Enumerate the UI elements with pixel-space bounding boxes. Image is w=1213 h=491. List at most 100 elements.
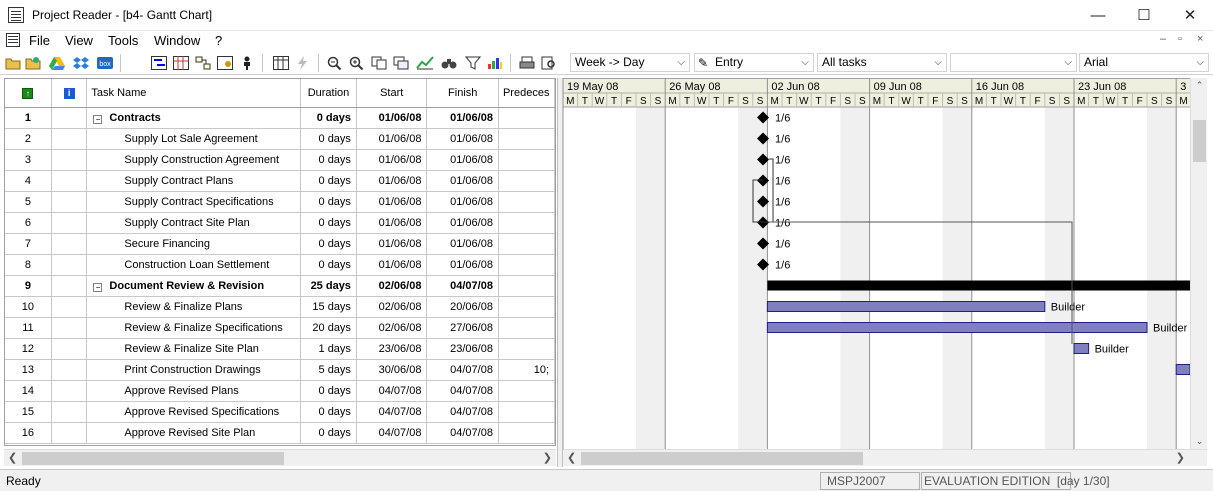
row-id[interactable]: 3 bbox=[5, 149, 52, 171]
task-predecessors[interactable] bbox=[498, 233, 555, 255]
indicators-header[interactable]: i bbox=[51, 79, 88, 108]
task-duration[interactable]: 0 days bbox=[300, 128, 357, 150]
task-finish[interactable]: 23/06/08 bbox=[426, 338, 499, 360]
table-row[interactable]: 14 Approve Revised Plans 0 days 04/07/08 04/… bbox=[5, 380, 555, 402]
task-duration[interactable]: 0 days bbox=[300, 233, 357, 255]
task-finish[interactable]: 01/06/08 bbox=[426, 254, 499, 276]
row-id[interactable]: 1 bbox=[5, 107, 52, 129]
network-diagram-icon[interactable] bbox=[194, 54, 212, 71]
task-finish[interactable]: 01/06/08 bbox=[426, 170, 499, 192]
menu-view[interactable]: View bbox=[65, 33, 93, 48]
task-predecessors[interactable]: 10; bbox=[498, 359, 555, 381]
task-finish[interactable]: 01/06/08 bbox=[426, 149, 499, 171]
task-duration[interactable]: 15 days bbox=[300, 296, 357, 318]
close-icon[interactable]: ✕ bbox=[1167, 0, 1213, 31]
menu-file[interactable]: File bbox=[29, 33, 50, 48]
row-indicator[interactable] bbox=[51, 338, 88, 360]
task-predecessors[interactable] bbox=[498, 296, 555, 318]
select-all-header[interactable]: ↑ bbox=[5, 79, 52, 108]
row-id[interactable]: 8 bbox=[5, 254, 52, 276]
timescale-select[interactable]: Week -> Day ⌵ bbox=[570, 53, 690, 72]
document-icon[interactable] bbox=[6, 33, 20, 47]
filter-icon[interactable] bbox=[464, 54, 482, 71]
task-name[interactable]: Review & Finalize Specifications bbox=[86, 317, 302, 339]
row-indicator[interactable] bbox=[51, 254, 88, 276]
column-header-finish[interactable]: Finish bbox=[426, 79, 499, 108]
table-row[interactable]: 10 Review & Finalize Plans 15 days 02/06/08… bbox=[5, 296, 555, 318]
task-duration[interactable]: 0 days bbox=[300, 422, 357, 444]
scroll-down-icon[interactable]: ⌄ bbox=[1191, 436, 1208, 447]
gantt-horizontal-scrollbar[interactable]: ❮ ❯ bbox=[563, 449, 1207, 466]
task-finish[interactable]: 04/07/08 bbox=[426, 275, 499, 297]
scroll-right-icon[interactable]: ❯ bbox=[543, 451, 552, 464]
table-row[interactable]: 4 Supply Contract Plans 0 days 01/06/08 01/0… bbox=[5, 170, 555, 192]
menu-help[interactable]: ? bbox=[215, 33, 222, 48]
task-duration[interactable]: 0 days bbox=[300, 191, 357, 213]
task-name[interactable]: Supply Contract Site Plan bbox=[86, 212, 302, 234]
copy-table-icon[interactable] bbox=[392, 54, 410, 71]
task-duration[interactable]: 0 days bbox=[300, 107, 357, 129]
table-scroll-thumb[interactable] bbox=[22, 452, 284, 465]
row-id[interactable]: 7 bbox=[5, 233, 52, 255]
task-predecessors[interactable] bbox=[498, 380, 555, 402]
zoom-out-icon[interactable] bbox=[326, 54, 344, 71]
chart-line-icon[interactable] bbox=[416, 54, 434, 71]
task-name[interactable]: Supply Construction Agreement bbox=[86, 149, 302, 171]
collapse-icon[interactable]: − bbox=[93, 282, 103, 292]
task-name[interactable]: Supply Contract Specifications bbox=[86, 191, 302, 213]
task-start[interactable]: 01/06/08 bbox=[356, 107, 428, 129]
task-name[interactable]: Approve Revised Specifications bbox=[86, 401, 302, 423]
task-predecessors[interactable] bbox=[498, 170, 555, 192]
table-row[interactable]: 16 Approve Revised Site Plan 0 days 04/07/0… bbox=[5, 422, 555, 444]
task-predecessors[interactable] bbox=[498, 422, 555, 444]
mdi-close-icon[interactable]: × bbox=[1197, 33, 1203, 45]
row-indicator[interactable] bbox=[51, 401, 88, 423]
row-id[interactable]: 12 bbox=[5, 338, 52, 360]
task-predecessors[interactable] bbox=[498, 254, 555, 276]
table-select[interactable]: ✎ Entry ⌵ bbox=[694, 53, 814, 72]
column-header-duration[interactable]: Duration bbox=[300, 79, 357, 108]
print-icon[interactable] bbox=[518, 54, 536, 71]
task-name[interactable]: Supply Lot Sale Agreement bbox=[86, 128, 302, 150]
maximize-icon[interactable]: ☐ bbox=[1121, 0, 1167, 31]
gantt-scroll-thumb[interactable] bbox=[581, 452, 863, 465]
task-duration[interactable]: 0 days bbox=[300, 149, 357, 171]
filter-select[interactable]: All tasks ⌵ bbox=[817, 53, 947, 72]
gantt-view-icon[interactable] bbox=[150, 54, 168, 71]
column-header-start[interactable]: Start bbox=[356, 79, 428, 108]
row-id[interactable]: 10 bbox=[5, 296, 52, 318]
task-start[interactable]: 01/06/08 bbox=[356, 212, 428, 234]
row-id[interactable]: 9 bbox=[5, 275, 52, 297]
task-finish[interactable]: 04/07/08 bbox=[426, 401, 499, 423]
row-indicator[interactable] bbox=[51, 275, 88, 297]
row-id[interactable]: 6 bbox=[5, 212, 52, 234]
task-start[interactable]: 04/07/08 bbox=[356, 380, 428, 402]
task-name[interactable]: − Contracts bbox=[86, 107, 302, 129]
font-select[interactable]: Arial ⌵ bbox=[1079, 53, 1209, 72]
task-duration[interactable]: 0 days bbox=[300, 380, 357, 402]
group-select[interactable]: ⌵ bbox=[950, 53, 1077, 72]
task-start[interactable]: 01/06/08 bbox=[356, 128, 428, 150]
row-indicator[interactable] bbox=[51, 107, 88, 129]
task-predecessors[interactable] bbox=[498, 401, 555, 423]
task-duration[interactable]: 20 days bbox=[300, 317, 357, 339]
task-name[interactable]: Approve Revised Plans bbox=[86, 380, 302, 402]
task-duration[interactable]: 0 days bbox=[300, 212, 357, 234]
minimize-icon[interactable]: — bbox=[1075, 0, 1121, 31]
task-name[interactable]: Supply Contract Plans bbox=[86, 170, 302, 192]
table-row[interactable]: 5 Supply Contract Specifications 0 days 01/… bbox=[5, 191, 555, 213]
task-predecessors[interactable] bbox=[498, 275, 555, 297]
task-predecessors[interactable] bbox=[498, 107, 555, 129]
task-name[interactable]: Review & Finalize Site Plan bbox=[86, 338, 302, 360]
scroll-left-icon[interactable]: ❮ bbox=[567, 451, 576, 464]
task-name[interactable]: Construction Loan Settlement bbox=[86, 254, 302, 276]
row-indicator[interactable] bbox=[51, 170, 88, 192]
table-row[interactable]: 13 Print Construction Drawings 5 days 30/06… bbox=[5, 359, 555, 381]
task-start[interactable]: 04/07/08 bbox=[356, 401, 428, 423]
task-duration[interactable]: 25 days bbox=[300, 275, 357, 297]
scroll-right-icon[interactable]: ❯ bbox=[1176, 451, 1185, 464]
task-duration[interactable]: 0 days bbox=[300, 401, 357, 423]
row-indicator[interactable] bbox=[51, 233, 88, 255]
task-finish[interactable]: 01/06/08 bbox=[426, 128, 499, 150]
table-row[interactable]: 11 Review & Finalize Specifications 20 day… bbox=[5, 317, 555, 339]
